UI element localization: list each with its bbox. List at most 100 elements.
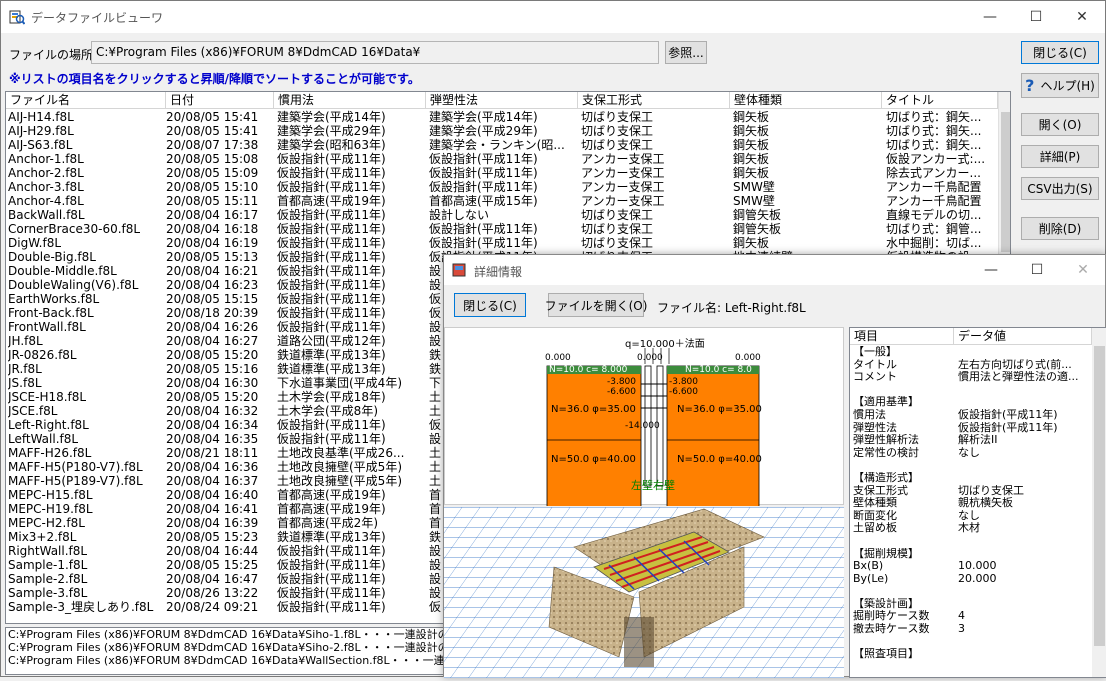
table-cell: MEPC-H19.f8L (8, 502, 93, 516)
property-list-scrollbar[interactable] (1092, 328, 1106, 677)
table-cell: 仮設指針(平成11年) (277, 306, 386, 320)
property-value: なし (958, 446, 980, 459)
column-header-elastoplastic[interactable]: 弾塑性法 (426, 92, 578, 109)
property-row[interactable]: 【築設計画】 (850, 598, 1092, 611)
property-row[interactable]: 【照査項目】 (850, 648, 1092, 661)
table-row[interactable]: AIJ-H29.f8L 20/08/05 15:41 建築学会(平成29年) 建築学会… (6, 124, 996, 138)
table-cell: 仮設指針(平成11年) (277, 544, 386, 558)
close-button[interactable]: 閉じる(C) (1021, 41, 1099, 64)
property-row[interactable]: 【掘削規模】 (850, 548, 1092, 561)
property-row[interactable] (850, 535, 1092, 548)
center-top-value: 0.000 (637, 353, 663, 363)
property-row[interactable] (850, 384, 1092, 397)
property-row[interactable]: 慣用法 仮設指針(平成11年) (850, 409, 1092, 422)
left-layer1-label: N=10.0 c= 8.000 (549, 365, 628, 375)
browse-button[interactable]: 参照... (665, 41, 707, 64)
table-cell: 切ばり支保工 (581, 110, 654, 124)
property-list[interactable]: 項目 データ値 【一般】 タイトル 左右方向切ばり式(前... コメント 慣用法と弾塑性… (849, 327, 1106, 678)
delete-button[interactable]: 削除(D) (1021, 217, 1099, 240)
column-header-date[interactable]: 日付 (166, 92, 274, 109)
property-row[interactable]: By(Le) 20.000 (850, 573, 1092, 586)
property-row[interactable]: 撤去時ケース数 3 (850, 623, 1092, 636)
dialog-minimize-icon[interactable]: — (968, 255, 1014, 285)
table-cell: 20/08/05 15:10 (166, 180, 259, 194)
property-row[interactable]: 断面変化 なし (850, 510, 1092, 523)
table-cell: 20/08/04 16:39 (166, 516, 259, 530)
table-cell: AIJ-H14.f8L (8, 110, 74, 124)
table-row[interactable]: Anchor-1.f8L 20/08/05 15:08 仮設指針(平成11年) 仮設指… (6, 152, 996, 166)
table-cell: 鋼矢板 (733, 138, 770, 152)
diagram-caption: 左壁右壁 (631, 478, 675, 492)
dialog-maximize-icon[interactable]: ☐ (1014, 255, 1060, 285)
property-value: なし (958, 509, 980, 522)
column-header-wall-type[interactable]: 壁体種類 (730, 92, 882, 109)
table-row[interactable]: Anchor-3.f8L 20/08/05 15:10 仮設指針(平成11年) 仮設指… (6, 180, 996, 194)
table-row[interactable]: CornerBrace30-60.f8L 20/08/04 16:18 仮設指針(平… (6, 222, 996, 236)
table-cell: MEPC-H15.f8L (8, 488, 93, 502)
property-row[interactable]: 壁体種類 親杭横矢板 (850, 497, 1092, 510)
property-row[interactable]: 掘削時ケース数 4 (850, 610, 1092, 623)
scrollbar-thumb[interactable] (1001, 112, 1010, 252)
column-header-title[interactable]: タイトル (882, 92, 998, 109)
table-cell: アンカー支保工 (581, 180, 665, 194)
dialog-close-button[interactable]: 閉じる(C) (454, 293, 526, 317)
path-field[interactable]: C:¥Program Files (x86)¥FORUM 8¥DdmCAD 16… (91, 41, 659, 64)
property-row[interactable]: コメント 慣用法と弾塑性法の適... (850, 371, 1092, 384)
table-cell: 20/08/05 15:13 (166, 250, 259, 264)
table-cell: Anchor-2.f8L (8, 166, 84, 180)
table-row[interactable]: AIJ-H14.f8L 20/08/05 15:41 建築学会(平成14年) 建築学会… (6, 110, 996, 124)
detail-dialog: 詳細情報 — ☐ ✕ 閉じる(C) ファイルを開く(O) ファイル名: Left… (443, 254, 1106, 678)
property-value: 解析法II (958, 434, 998, 447)
table-row[interactable]: AIJ-S63.f8L 20/08/07 17:38 建築学会(昭和63年) 建築学会… (6, 138, 996, 152)
property-row[interactable]: Bx(B) 10.000 (850, 560, 1092, 573)
table-row[interactable]: BackWall.f8L 20/08/04 16:17 仮設指針(平成11年) 設計し… (6, 208, 996, 222)
property-row[interactable]: 土留め板 木材 (850, 522, 1092, 535)
property-row[interactable]: 支保工形式 切ばり支保工 (850, 485, 1092, 498)
table-cell: Sample-3.f8L (8, 586, 88, 600)
dialog-close-icon[interactable]: ✕ (1060, 255, 1106, 285)
detail-button[interactable]: 詳細(P) (1021, 145, 1099, 168)
maximize-icon[interactable]: ☐ (1013, 1, 1059, 33)
property-row[interactable]: 【構造形式】 (850, 472, 1092, 485)
property-row[interactable]: 【適用基準】 (850, 396, 1092, 409)
property-row[interactable]: 【一般】 (850, 346, 1092, 359)
property-row[interactable]: タイトル 左右方向切ばり式(前... (850, 359, 1092, 372)
location-label: ファイルの場所 (9, 48, 94, 62)
table-row[interactable]: Anchor-2.f8L 20/08/05 15:09 仮設指針(平成11年) 仮設指… (6, 166, 996, 180)
property-row[interactable]: 弾塑性解析法 解析法II (850, 434, 1092, 447)
column-header-filename[interactable]: ファイル名 (6, 92, 166, 109)
csv-export-button[interactable]: CSV出力(S) (1021, 177, 1099, 200)
table-cell: 土地改良基準(平成26... (277, 446, 405, 460)
column-header-conventional[interactable]: 慣用法 (274, 92, 426, 109)
close-icon[interactable]: ✕ (1059, 1, 1105, 33)
table-cell: 20/08/04 16:19 (166, 236, 259, 250)
table-cell: 鉄道標準(平成13年) (277, 530, 386, 544)
column-header-support-type[interactable]: 支保工形式 (578, 92, 730, 109)
property-row[interactable]: 弾塑性法 仮設指針(平成11年) (850, 422, 1092, 435)
table-row[interactable]: Anchor-4.f8L 20/08/05 15:11 首都高速(平成19年) 首都高… (6, 194, 996, 208)
scrollbar-thumb[interactable] (1094, 346, 1105, 646)
open-file-button[interactable]: ファイルを開く(O) (545, 293, 647, 317)
table-row[interactable]: DigW.f8L 20/08/04 16:19 仮設指針(平成11年) 仮設指針(平成… (6, 236, 996, 250)
property-row[interactable] (850, 459, 1092, 472)
table-cell: 鋼矢板 (733, 236, 770, 250)
table-cell: 建築学会・ランキン(昭... (429, 138, 565, 152)
table-cell: 切ばり式：鋼矢... (886, 124, 982, 138)
property-row[interactable] (850, 636, 1092, 649)
table-cell: JSCE.f8L (8, 404, 58, 418)
property-row[interactable]: 定常性の検討 なし (850, 447, 1092, 460)
table-cell: 鋼矢板 (733, 124, 770, 138)
table-cell: 鋼管矢板 (733, 222, 782, 236)
table-cell: 設計しない (429, 208, 490, 222)
column-header-item[interactable]: 項目 (850, 328, 954, 345)
column-header-value[interactable]: データ値 (954, 328, 1092, 345)
load-label: q=10.000＋法面 (625, 337, 705, 350)
minimize-icon[interactable]: — (967, 1, 1013, 33)
open-button[interactable]: 開く(O) (1021, 113, 1099, 136)
help-button[interactable]: ? ヘルプ(H) (1021, 73, 1099, 98)
3d-model-view[interactable] (444, 507, 844, 678)
property-row[interactable] (850, 585, 1092, 598)
table-cell: 20/08/05 15:41 (166, 110, 259, 124)
table-cell: 仮設指針(平成11年) (277, 418, 386, 432)
table-cell: 土木学会(平成18年) (277, 390, 386, 404)
